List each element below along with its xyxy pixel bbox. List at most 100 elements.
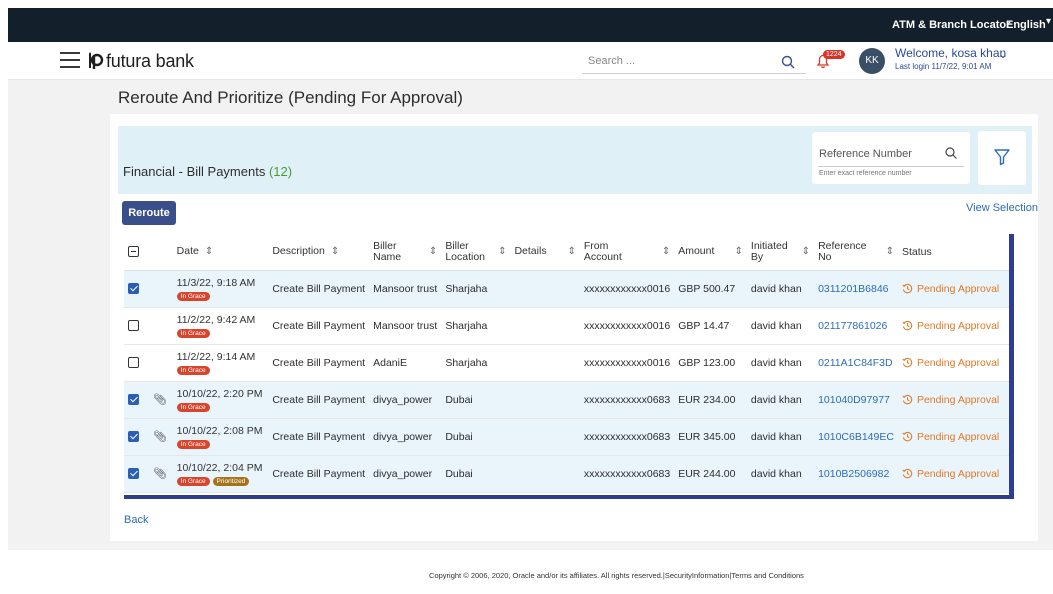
sort-icon[interactable]: ⇕ [886,246,894,257]
reference-no-link[interactable]: 1010B2506982 [818,468,889,480]
reference-no-cell: 0211A1C84F3D [814,344,898,382]
sort-icon[interactable]: ⇕ [205,246,213,257]
header-date[interactable]: Date ⇕ [172,234,269,271]
status-cell: Pending Approval [897,418,1009,456]
status-cell: Pending Approval [897,307,1009,345]
attachment-icon[interactable]: 📎︎ [153,431,167,443]
search-icon[interactable] [780,54,796,70]
sort-icon[interactable]: ⇕ [331,246,339,257]
status-cell: Pending Approval [897,344,1009,382]
reroute-button[interactable]: Reroute [122,201,176,225]
reference-no-cell: 0311201B6846 [814,270,898,308]
reference-no-link[interactable]: 0311201B6846 [818,283,888,295]
biller-location-cell: Dubai [441,418,511,456]
row-checkbox[interactable] [128,431,139,443]
clock-icon [902,358,913,368]
attachment-cell [148,344,173,382]
row-checkbox[interactable] [128,357,139,369]
row-select-cell [124,381,149,419]
attachment-header [148,234,173,271]
header-amount[interactable]: Amount ⇕ [674,234,747,271]
details-cell [510,270,580,308]
table-row[interactable]: 📎︎ 10/10/22, 2:20 PM In Grace Create Bill P… [124,381,1009,419]
header-description[interactable]: Description ⇕ [268,234,370,271]
avatar[interactable]: KK [859,48,885,74]
status-text: Pending Approval [916,356,1000,369]
header-biller-location[interactable]: Biller Location ⇕ [441,234,511,271]
reference-no-cell: 1010C6B149EC [814,418,898,456]
details-cell [510,381,580,419]
initiated-by-cell: david khan [746,270,815,308]
in-grace-tag: In Grace [176,402,210,412]
date-text: 11/3/22, 9:18 AM [176,276,256,289]
reference-no-cell: 021177861026 [814,307,898,345]
date-text: 10/10/22, 2:08 PM [176,424,263,437]
welcome-text[interactable]: Welcome, kosa khan [895,46,1006,60]
table-row[interactable]: 📎︎ 10/10/22, 2:08 PM In Grace Create Bill P… [124,418,1009,456]
biller-name-cell: AdaniE [369,344,442,382]
header-details[interactable]: Details ⇕ [510,234,580,271]
sort-icon[interactable]: ⇕ [429,246,437,257]
from-account-cell: xxxxxxxxxxxx0016 [579,344,675,382]
sort-icon[interactable]: ⇕ [802,246,810,257]
user-menu-chevron-icon[interactable]: ⌄ [998,47,1008,61]
sort-icon[interactable]: ⇕ [498,246,506,257]
row-checkbox[interactable] [128,394,139,406]
reference-number-field[interactable]: Reference Number Enter exact reference n… [812,132,970,184]
sort-icon[interactable]: ⇕ [567,246,575,257]
status-cell: Pending Approval [897,455,1009,493]
reference-no-link[interactable]: 101040D97977 [818,394,890,406]
description-cell: Create Bill Payment [268,455,370,493]
date-text: 11/2/22, 9:14 AM [176,350,256,363]
section-count: (12) [268,164,293,179]
table-header-row: Date ⇕ Description ⇕ Biller Name ⇕ Biller L… [124,234,1009,271]
attachment-cell: 📎︎ [148,418,173,456]
table-row[interactable]: 11/2/22, 9:42 AM In Grace Create Bill Paym… [124,307,1009,345]
description-cell: Create Bill Payment [268,418,370,456]
language-selector[interactable]: English [1006,19,1046,31]
status-cell: Pending Approval [897,270,1009,308]
select-all-checkbox[interactable] [128,246,139,258]
row-checkbox[interactable] [128,468,139,480]
reference-no-link[interactable]: 0211A1C84F3D [818,357,893,369]
back-link[interactable]: Back [124,514,148,526]
atm-branch-locator-link[interactable]: ATM & Branch Locator [892,19,1010,31]
sort-icon[interactable]: ⇕ [735,246,743,257]
clock-icon [902,321,913,331]
row-checkbox[interactable] [128,283,139,295]
brand-logo-icon [89,52,104,69]
header-biller-name[interactable]: Biller Name ⇕ [369,234,442,271]
view-selection-link[interactable]: View Selection [966,202,1038,214]
app-header: futura bank Search ... 1224 KK Welcome, … [8,42,1053,80]
details-cell [510,344,580,382]
hamburger-icon[interactable] [60,52,80,68]
header-initiated-by[interactable]: Initiated By ⇕ [746,234,815,271]
sort-icon[interactable]: ⇕ [662,246,670,257]
row-checkbox[interactable] [128,320,139,332]
search-icon[interactable] [944,146,958,160]
header-reference-no[interactable]: Reference No ⇕ [814,234,898,271]
header-biller-location-label: Biller Location [445,239,486,263]
top-bar: ATM & Branch Locator English ▾ [8,8,1053,42]
header-from-account[interactable]: From Account ⇕ [579,234,675,271]
initiated-by-cell: david khan [746,381,815,419]
from-account-cell: xxxxxxxxxxxx0016 [579,307,675,345]
table-row[interactable]: 📎︎ 10/10/22, 2:04 PM In Grace Prioritized C… [124,455,1009,493]
table-row[interactable]: 11/3/22, 9:18 AM In Grace Create Bill Paym… [124,270,1009,308]
attachment-icon[interactable]: 📎︎ [153,394,167,406]
status-badge: Pending Approval [902,394,999,406]
brand-name[interactable]: futura bank [106,51,194,72]
date-text: 10/10/22, 2:04 PM [176,461,263,474]
details-cell [510,418,580,456]
attachment-icon[interactable]: 📎︎ [153,468,167,480]
table-row[interactable]: 11/2/22, 9:14 AM In Grace Create Bill Paym… [124,344,1009,382]
filter-button[interactable] [978,131,1026,185]
search-input[interactable]: Search ... [582,54,806,74]
date-cell: 11/2/22, 9:42 AM In Grace [172,307,269,345]
amount-cell: GBP 123.00 [674,344,747,382]
amount-cell: EUR 244.00 [674,455,747,493]
reference-no-link[interactable]: 021177861026 [818,320,887,332]
in-grace-tag: In Grace [176,439,210,449]
language-chevron-icon[interactable]: ▾ [1046,16,1051,27]
reference-no-link[interactable]: 1010C6B149EC [818,431,894,443]
